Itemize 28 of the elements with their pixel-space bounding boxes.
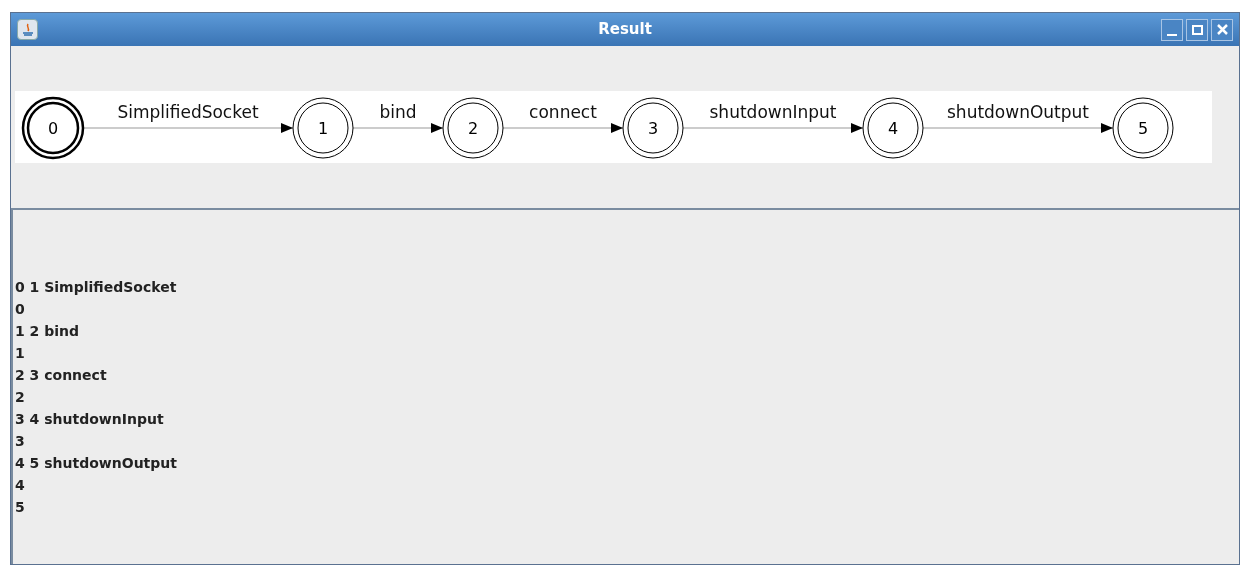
transition-label: shutdownOutput bbox=[947, 102, 1089, 122]
transition-label: bind bbox=[379, 102, 417, 122]
output-line: 1 2 bind bbox=[15, 322, 80, 341]
transition-label: SimplifiedSocket bbox=[117, 102, 259, 122]
output-line: 4 bbox=[15, 476, 25, 495]
output-line: 2 bbox=[15, 388, 25, 407]
close-button[interactable] bbox=[1211, 18, 1233, 41]
output-line: 3 bbox=[15, 432, 25, 451]
output-line: 4 5 shutdownOutput bbox=[15, 454, 177, 473]
output-line: 1 bbox=[15, 344, 25, 363]
state-node: 4 bbox=[862, 97, 924, 159]
output-line: 5 bbox=[15, 498, 25, 517]
output-line: 0 1 SimplifiedSocket bbox=[15, 278, 177, 297]
state-node: 0 bbox=[21, 96, 85, 160]
state-node: 1 bbox=[292, 97, 354, 159]
app-icon bbox=[17, 19, 38, 40]
state-node: 5 bbox=[1112, 97, 1174, 159]
state-node: 2 bbox=[442, 97, 504, 159]
transition-label: connect bbox=[529, 102, 597, 122]
output-line: 2 3 connect bbox=[15, 366, 107, 385]
close-icon bbox=[1216, 24, 1228, 35]
state-node: 3 bbox=[622, 97, 684, 159]
output-line: 0 bbox=[15, 300, 25, 319]
output-line: 3 4 shutdownInput bbox=[15, 410, 164, 429]
minimize-button[interactable] bbox=[1161, 18, 1183, 41]
window-title: Result bbox=[598, 19, 652, 41]
transition-label: shutdownInput bbox=[709, 102, 837, 122]
maximize-button[interactable] bbox=[1186, 18, 1208, 41]
